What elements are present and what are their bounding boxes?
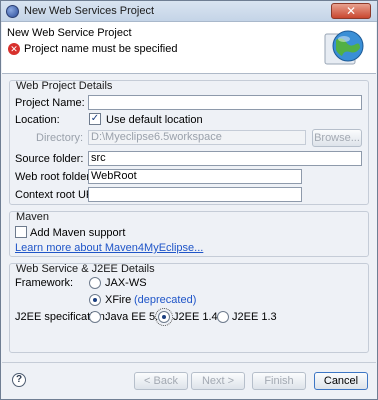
wizard-window: New Web Services Project ✕ New Web Servi… [0, 0, 378, 400]
wizard-heading: New Web Service Project [7, 27, 132, 39]
wizard-banner: New Web Service Project ✕ Project name m… [2, 22, 376, 74]
title-bar[interactable]: New Web Services Project ✕ [1, 1, 377, 22]
window-title: New Web Services Project [24, 5, 155, 17]
source-folder-label: Source folder: [15, 153, 84, 165]
framework-jaxws-radio[interactable] [89, 277, 101, 289]
learn-more-maven-link[interactable]: Learn more about Maven4MyEclipse... [15, 242, 203, 254]
cancel-button[interactable]: Cancel [314, 372, 368, 390]
add-maven-label: Add Maven support [30, 227, 126, 239]
project-name-field[interactable] [88, 95, 362, 110]
help-icon[interactable]: ? [12, 373, 26, 387]
location-label: Location: [15, 114, 60, 126]
eclipse-app-icon [6, 5, 19, 18]
framework-jaxws-label: JAX-WS [105, 277, 147, 289]
ws-j2ee-details-group: Web Service & J2EE Details Framework: JA… [9, 263, 369, 353]
j2ee-14-label: J2EE 1.4 [173, 311, 218, 323]
footer-separator [2, 362, 376, 363]
directory-field[interactable]: D:\Myeclipse6.5workspace [88, 130, 306, 145]
web-root-folder-label: Web root folder: [15, 171, 94, 183]
j2ee-14-radio[interactable] [155, 308, 173, 326]
use-default-location-label: Use default location [106, 114, 203, 126]
add-maven-checkbox[interactable] [15, 226, 27, 238]
deprecated-link[interactable]: (deprecated) [134, 294, 196, 306]
browse-button[interactable]: Browse... [312, 129, 362, 147]
framework-label: Framework: [15, 277, 74, 289]
close-icon: ✕ [345, 4, 357, 18]
directory-label: Directory: [36, 132, 84, 144]
error-message: Project name must be specified [24, 43, 178, 55]
finish-button[interactable]: Finish [252, 372, 306, 390]
j2ee-13-label: J2EE 1.3 [232, 311, 277, 323]
project-name-label: Project Name: [15, 97, 85, 109]
close-button[interactable]: ✕ [331, 3, 371, 19]
j2ee-javaee5-label: Java EE 5.0 [105, 311, 165, 323]
maven-group: Maven Add Maven support Learn more about… [9, 211, 369, 257]
framework-xfire-radio[interactable] [89, 294, 101, 306]
group-title: Web Project Details [16, 80, 113, 92]
next-button[interactable]: Next > [191, 372, 245, 390]
web-service-globe-icon [324, 30, 364, 65]
web-root-folder-field[interactable]: WebRoot [88, 169, 302, 184]
back-button[interactable]: < Back [134, 372, 188, 390]
source-folder-field[interactable]: src [88, 151, 362, 166]
context-root-field[interactable] [88, 187, 302, 202]
web-project-details-group: Web Project Details Project Name: Locati… [9, 80, 369, 205]
use-default-location-checkbox[interactable]: ✓ [89, 113, 101, 125]
framework-xfire-label: XFire [105, 294, 132, 306]
j2ee-javaee5-radio[interactable] [89, 311, 101, 323]
group-title: Web Service & J2EE Details [16, 263, 155, 275]
group-title: Maven [16, 211, 50, 223]
j2ee-13-radio[interactable] [217, 311, 229, 323]
error-icon: ✕ [8, 43, 20, 55]
